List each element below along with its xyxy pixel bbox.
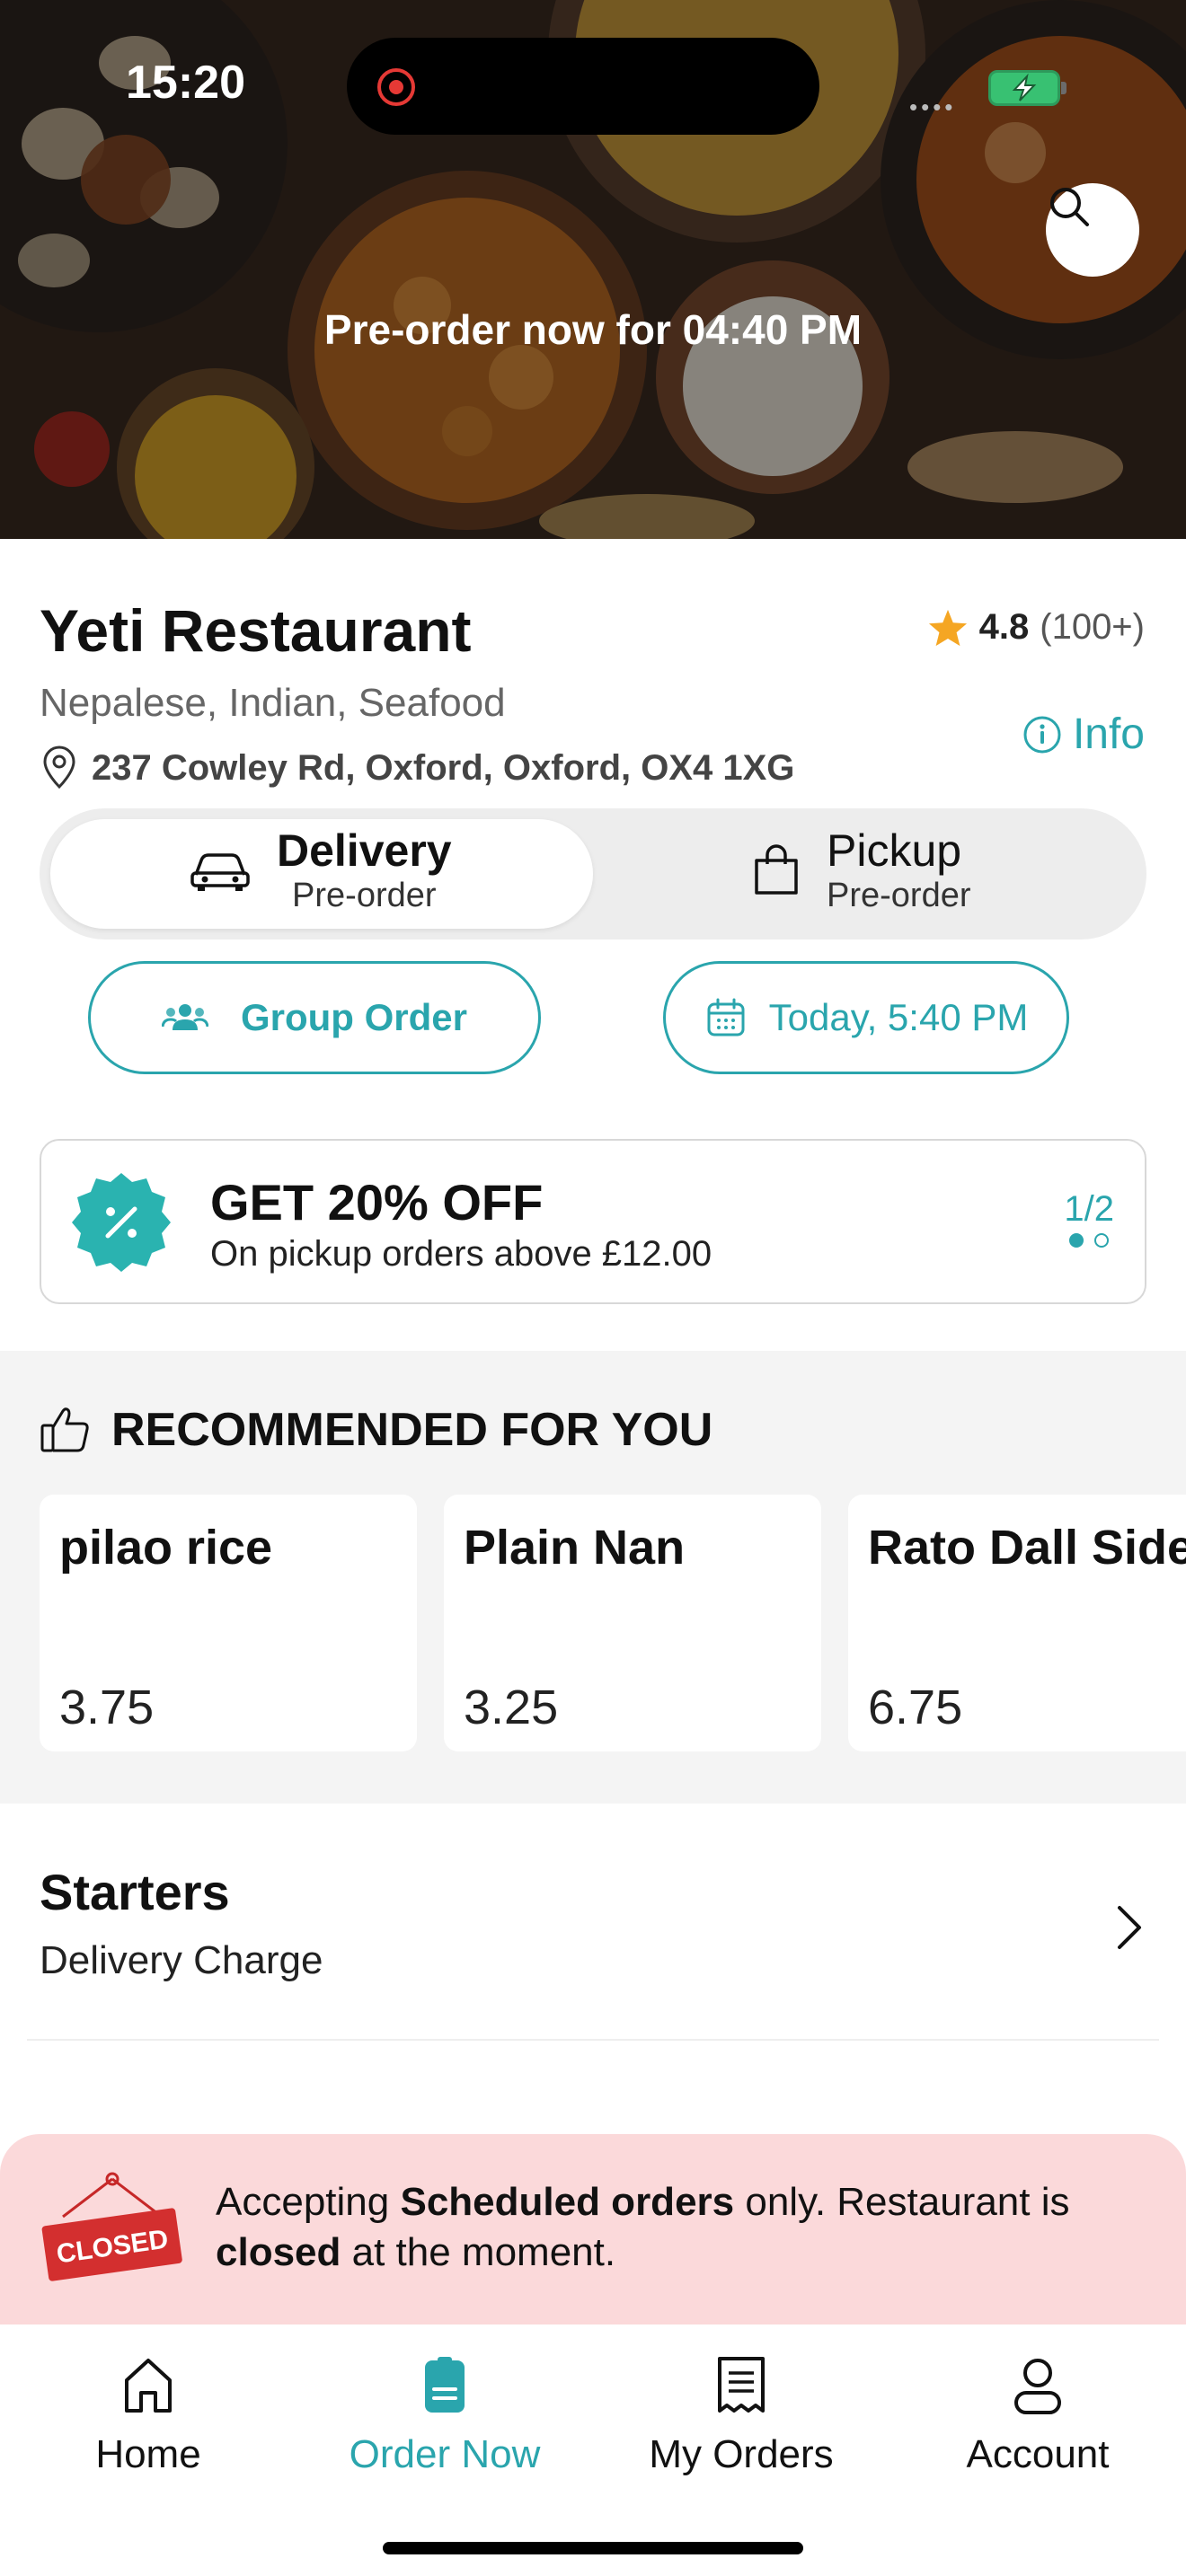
search-icon xyxy=(1050,188,1089,226)
notice-emphasis: Scheduled orders xyxy=(400,2180,735,2224)
delivery-option[interactable]: Delivery Pre-order xyxy=(189,825,452,915)
restaurant-cuisines: Nepalese, Indian, Seafood xyxy=(40,681,506,725)
receipt-icon xyxy=(718,2357,765,2413)
info-icon xyxy=(1023,716,1061,753)
category-title: Starters xyxy=(40,1864,230,1920)
item-name: pilao rice xyxy=(59,1521,273,1575)
item-price: 3.75 xyxy=(59,1681,155,1734)
promo-page-indicator: 1/2 xyxy=(1064,1189,1114,1229)
closed-notice-text: Accepting Scheduled orders only. Restaur… xyxy=(216,2177,1150,2278)
item-name: Rato Dall Side xyxy=(868,1521,1186,1575)
signal-icon: •••• xyxy=(909,93,957,120)
group-icon xyxy=(161,1004,208,1030)
thumbs-up-icon xyxy=(40,1407,89,1452)
item-price: 3.25 xyxy=(464,1681,559,1734)
search-button[interactable] xyxy=(1046,183,1139,277)
info-link[interactable]: Info xyxy=(1022,710,1145,759)
recommended-item-card[interactable]: Rato Dall Side 6.75 xyxy=(848,1495,1186,1751)
home-icon xyxy=(125,2359,172,2413)
promo-card[interactable] xyxy=(40,1139,1146,1304)
restaurant-address: 237 Cowley Rd, Oxford, Oxford, OX4 1XG xyxy=(40,745,794,790)
tab-my-orders[interactable]: My Orders xyxy=(593,2355,890,2477)
preorder-time-label: Pre-order now for 04:40 PM xyxy=(323,306,863,353)
restaurant-rating: 4.8 (100+) xyxy=(927,607,1145,648)
recommended-card-clip: Rato Dall Side 6.75 xyxy=(848,1495,1186,1751)
hero-banner: 15:20 •••• Pre-order now for 04:40 PM xyxy=(0,0,1186,539)
info-label: Info xyxy=(1072,710,1145,758)
promo-dot[interactable] xyxy=(1094,1233,1110,1248)
tab-home[interactable]: Home xyxy=(0,2355,296,2477)
discount-badge-icon xyxy=(72,1173,171,1272)
tab-label: My Orders xyxy=(649,2432,834,2476)
group-order-label: Group Order xyxy=(240,996,468,1038)
promo-title: GET 20% OFF xyxy=(210,1174,544,1231)
chevron-right-icon xyxy=(1118,1906,1141,1949)
notice-text: only. Restaurant is xyxy=(734,2180,1070,2224)
status-time: 15:20 xyxy=(126,57,245,109)
recording-indicator-icon xyxy=(377,68,415,106)
calendar-icon xyxy=(707,998,745,1037)
schedule-time-button[interactable]: Today, 5:40 PM xyxy=(663,961,1069,1074)
user-icon xyxy=(1014,2359,1061,2414)
delivery-label: Delivery xyxy=(277,825,452,876)
notice-emphasis: closed xyxy=(216,2230,341,2274)
car-icon xyxy=(190,852,250,891)
tab-label: Account xyxy=(966,2432,1110,2476)
tab-account[interactable]: Account xyxy=(890,2355,1186,2477)
tab-order-now[interactable]: Order Now xyxy=(296,2355,593,2477)
schedule-time-label: Today, 5:40 PM xyxy=(768,996,1029,1038)
tab-label: Home xyxy=(95,2432,201,2476)
item-name: Plain Nan xyxy=(464,1521,686,1575)
item-price: 6.75 xyxy=(868,1681,963,1734)
promo-dot-active[interactable] xyxy=(1069,1233,1084,1248)
order-icon xyxy=(425,2357,465,2413)
category-subtitle: Delivery Charge xyxy=(40,1938,323,1982)
restaurant-name: Yeti Restaurant xyxy=(40,597,472,664)
divider xyxy=(27,2039,1159,2041)
shopping-bag-icon xyxy=(755,843,798,895)
pickup-label: Pickup xyxy=(827,825,962,876)
recommended-heading-text: RECOMMENDED FOR YOU xyxy=(111,1404,713,1456)
location-pin-icon xyxy=(43,745,75,790)
recommended-heading: RECOMMENDED FOR YOU xyxy=(40,1403,712,1457)
notice-text: at the moment. xyxy=(341,2230,616,2274)
rating-count: (100+) xyxy=(1040,607,1145,647)
recommended-item-card[interactable]: pilao rice 3.75 xyxy=(40,1495,417,1751)
rating-value: 4.8 xyxy=(978,607,1030,647)
address-text: 237 Cowley Rd, Oxford, Oxford, OX4 1XG xyxy=(92,747,795,788)
group-order-button[interactable]: Group Order xyxy=(88,961,541,1074)
recommended-item-card[interactable]: Plain Nan 3.25 xyxy=(444,1495,821,1751)
tab-label: Order Now xyxy=(349,2432,541,2476)
pickup-option[interactable]: Pickup Pre-order xyxy=(751,825,971,915)
home-indicator xyxy=(383,2542,803,2554)
star-icon xyxy=(928,609,967,646)
pickup-sublabel: Pre-order xyxy=(827,877,971,914)
promo-pagination: 1/2 xyxy=(1064,1189,1114,1248)
promo-subtitle: On pickup orders above £12.00 xyxy=(210,1234,712,1274)
dynamic-island xyxy=(347,38,819,135)
delivery-sublabel: Pre-order xyxy=(292,877,437,914)
closed-sign-icon: CLOSED xyxy=(41,2172,182,2281)
notice-text: Accepting xyxy=(216,2180,401,2224)
battery-icon xyxy=(988,70,1067,106)
category-row-starters[interactable] xyxy=(0,1832,1186,2021)
